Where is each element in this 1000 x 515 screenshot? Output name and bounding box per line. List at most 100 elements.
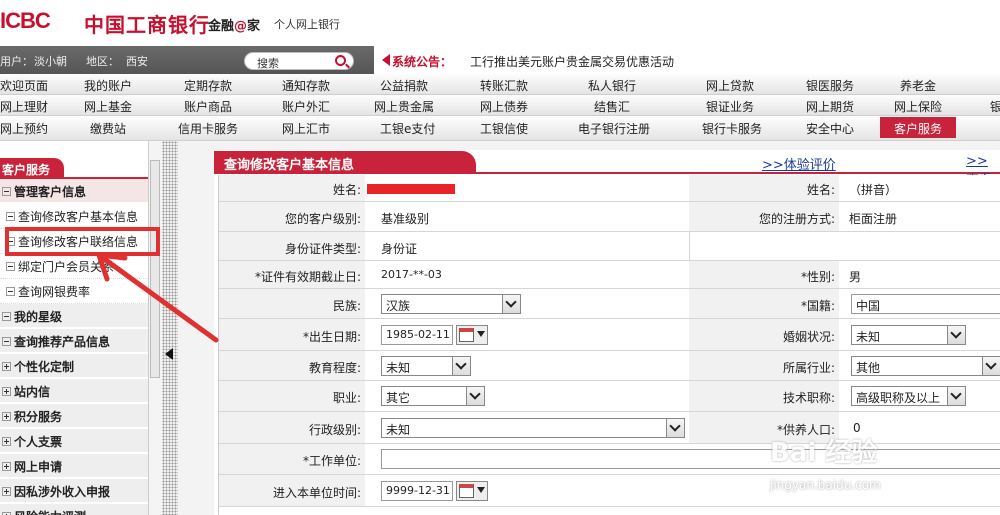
sidebar-section-label: 管理客户信息 bbox=[14, 185, 87, 199]
nav-item[interactable]: 银证业务 bbox=[706, 98, 754, 115]
occupation-select[interactable]: 其它 bbox=[381, 386, 485, 406]
nav-item[interactable]: 工银信使 bbox=[480, 120, 528, 137]
nav-item[interactable]: 信用卡服务 bbox=[178, 120, 238, 137]
expand-icon[interactable] bbox=[2, 487, 11, 496]
tech-title-value: 高级职称及以上 bbox=[856, 391, 941, 405]
admin-level-select[interactable]: 未知 bbox=[381, 418, 685, 438]
nav-item[interactable]: 通知存款 bbox=[282, 77, 330, 94]
speaker-icon bbox=[382, 54, 390, 66]
admin-level-label: 行政级别: bbox=[308, 423, 361, 437]
nav-item[interactable]: 公益捐款 bbox=[380, 77, 428, 94]
nav-item[interactable]: 安全中心 bbox=[806, 120, 854, 137]
ethnicity-select[interactable]: 汉族 bbox=[381, 294, 521, 314]
birth-date-label: *出生日期: bbox=[302, 330, 361, 344]
brand-slogan: 金融@家 bbox=[208, 15, 260, 34]
birth-date-field[interactable]: 1985-02-11 bbox=[381, 325, 453, 345]
nav-item[interactable]: 网上预约 bbox=[0, 120, 48, 137]
industry-select[interactable]: 其他 bbox=[851, 356, 1000, 376]
sidebar-section[interactable]: 因私涉外收入申报 bbox=[0, 479, 148, 503]
sidebar-section[interactable]: 站内信 bbox=[0, 379, 148, 403]
form-row: 进入本单位时间: 9999-12-31 bbox=[219, 475, 1000, 507]
expand-icon[interactable] bbox=[2, 462, 11, 471]
bullet-icon bbox=[6, 212, 15, 221]
employer-field[interactable] bbox=[381, 449, 1000, 469]
nav-item[interactable]: 网上贵金属 bbox=[374, 98, 434, 115]
sidebar-item[interactable]: 查询修改客户基本信息 bbox=[0, 204, 148, 229]
expand-icon[interactable] bbox=[2, 412, 11, 421]
nav-item[interactable]: 网上期货 bbox=[806, 98, 854, 115]
industry-label: 所属行业: bbox=[782, 361, 835, 375]
nav-item[interactable]: 网上债券 bbox=[480, 98, 528, 115]
education-select[interactable]: 未知 bbox=[381, 356, 471, 376]
join-date-field[interactable]: 9999-12-31 bbox=[381, 481, 453, 501]
splitter[interactable] bbox=[162, 141, 178, 515]
expand-icon[interactable] bbox=[2, 387, 11, 396]
nav-item[interactable]: 客户服务 bbox=[880, 117, 957, 138]
nav-item[interactable]: 网上汇市 bbox=[282, 120, 330, 137]
region-value: 西安 bbox=[126, 55, 148, 68]
collapse-icon[interactable] bbox=[2, 187, 11, 196]
sidebar-section[interactable]: 网上申请 bbox=[0, 454, 148, 478]
customer-level-label: 您的客户级别: bbox=[284, 212, 361, 226]
form-row: 您的客户级别: 基准级别 您的注册方式: 柜面注册 bbox=[219, 202, 1000, 232]
name-pinyin-label: 姓名: bbox=[806, 183, 835, 197]
sidebar-section[interactable]: 个人支票 bbox=[0, 429, 148, 453]
chevron-down-icon[interactable] bbox=[502, 295, 520, 313]
sidebar-section[interactable]: 积分服务 bbox=[0, 404, 148, 428]
expand-icon[interactable] bbox=[2, 362, 11, 371]
collapse-left-icon[interactable] bbox=[165, 348, 173, 360]
nationality-label: *国籍: bbox=[800, 299, 835, 313]
sidebar-item[interactable]: 查询网银费率 bbox=[0, 279, 148, 304]
sidebar-section-label: 因私涉外收入申报 bbox=[14, 485, 111, 499]
collapse-icon[interactable] bbox=[2, 337, 11, 346]
nav-item[interactable]: 我的账户 bbox=[84, 77, 132, 94]
chevron-down-icon[interactable] bbox=[666, 419, 684, 437]
nav-item[interactable]: 电子银行注册 bbox=[578, 120, 650, 137]
nav-item[interactable]: 欢迎页面 bbox=[0, 77, 48, 94]
sidebar-section[interactable]: 查询推荐产品信息 bbox=[0, 329, 148, 353]
nav-item[interactable]: 缴费站 bbox=[90, 120, 126, 137]
nav-item[interactable]: 转账汇款 bbox=[480, 77, 528, 94]
nav-item[interactable]: 结售汇 bbox=[594, 98, 630, 115]
search-input[interactable]: 搜索 bbox=[244, 52, 354, 70]
nav-item[interactable]: 养老金 bbox=[900, 77, 936, 94]
chevron-down-icon[interactable] bbox=[466, 387, 484, 405]
sidebar-item[interactable]: 绑定门户会员关系 bbox=[0, 254, 148, 279]
notice-link[interactable]: 工行推出美元账户贵金属交易优惠活动 bbox=[470, 53, 674, 70]
nav-item[interactable]: 网上保险 bbox=[894, 98, 942, 115]
form-row: 姓名: 姓名: （拼音） bbox=[219, 175, 1000, 202]
sidebar-title: 客户服务 bbox=[0, 158, 64, 178]
nav-item[interactable]: 定期存款 bbox=[184, 77, 232, 94]
chevron-down-icon[interactable] bbox=[452, 357, 470, 375]
nav-item[interactable]: 账户商品 bbox=[184, 98, 232, 115]
header: ICBC 中国工商银行 金融@家 个人网上银行 bbox=[0, 0, 1000, 46]
search-icon[interactable] bbox=[335, 55, 346, 66]
sidebar-section[interactable]: 管理客户信息 bbox=[0, 179, 148, 203]
chevron-down-icon[interactable] bbox=[947, 326, 965, 344]
chevron-down-icon[interactable] bbox=[947, 387, 965, 405]
sidebar-section-label: 我的星级 bbox=[14, 310, 63, 324]
tech-title-select[interactable]: 高级职称及以上 bbox=[851, 386, 966, 406]
nav-item[interactable]: 私人银行 bbox=[588, 77, 636, 94]
nav-item[interactable]: 银 bbox=[990, 98, 1000, 115]
nav-item[interactable]: 工银e支付 bbox=[380, 120, 435, 137]
sidebar-section[interactable]: 我的星级 bbox=[0, 304, 148, 328]
calendar-icon[interactable] bbox=[456, 325, 488, 345]
marital-status-select[interactable]: 未知 bbox=[851, 325, 966, 345]
nav-item[interactable]: 银医服务 bbox=[806, 77, 854, 94]
sidebar-section[interactable]: 风险能力评测 bbox=[0, 504, 148, 515]
feedback-link[interactable]: >>体验评价 bbox=[762, 154, 836, 173]
sidebar-section[interactable]: 个性化定制 bbox=[0, 354, 148, 378]
calendar-icon[interactable] bbox=[456, 481, 488, 501]
sidebar-scroll-thumb[interactable] bbox=[150, 160, 160, 378]
expand-icon[interactable] bbox=[2, 437, 11, 446]
nav-item[interactable]: 银行卡服务 bbox=[702, 120, 762, 137]
nav-item[interactable]: 账户外汇 bbox=[282, 98, 330, 115]
nav-item[interactable]: 网上理财 bbox=[0, 98, 48, 115]
nationality-field[interactable]: 中国 bbox=[851, 294, 1000, 314]
nav-item[interactable]: 网上基金 bbox=[84, 98, 132, 115]
nav-item[interactable]: 网上贷款 bbox=[706, 77, 754, 94]
chevron-down-icon[interactable] bbox=[982, 357, 1000, 375]
collapse-icon[interactable] bbox=[2, 312, 11, 321]
ethnicity-value: 汉族 bbox=[386, 299, 411, 313]
